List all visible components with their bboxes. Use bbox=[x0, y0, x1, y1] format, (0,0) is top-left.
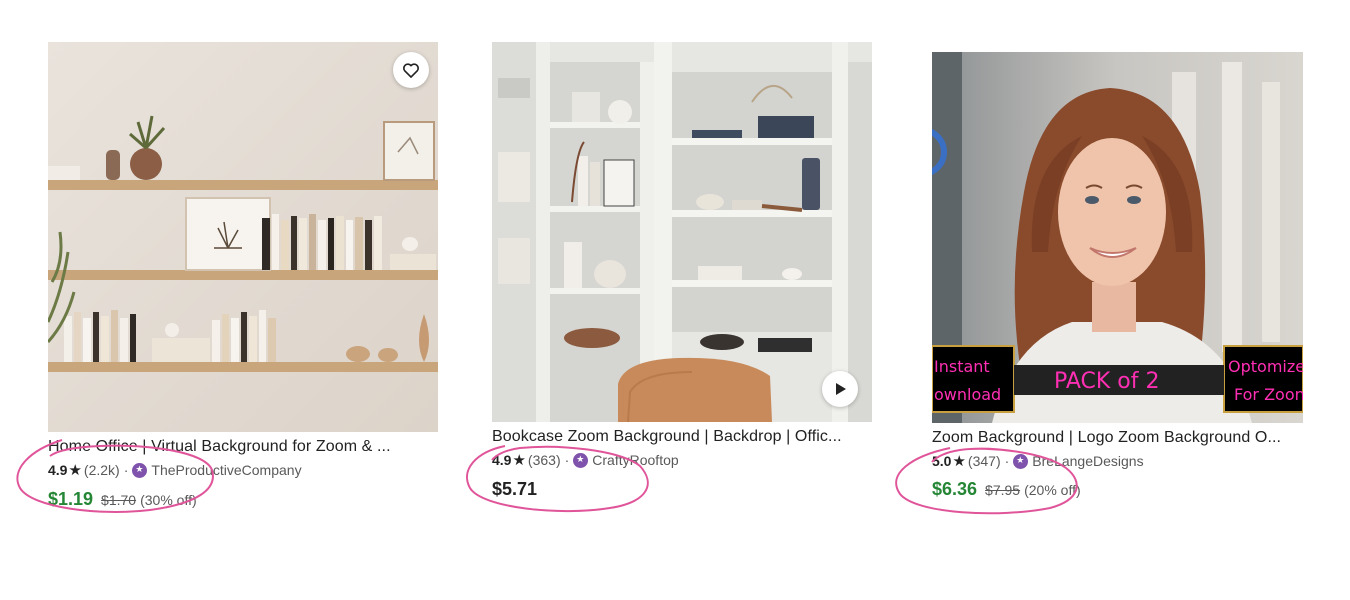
star-seller-badge-icon bbox=[573, 452, 589, 468]
shop-name[interactable]: TheProductiveCompany bbox=[151, 462, 301, 478]
discount-label: (30% off) bbox=[140, 492, 197, 508]
rating-value: 5.0 bbox=[932, 453, 952, 469]
price-row-1: $1.19 $1.70 (30% off) bbox=[48, 489, 197, 510]
shop-name[interactable]: CraftyRooftop bbox=[592, 452, 678, 468]
download-text: ownload bbox=[934, 385, 1001, 404]
review-count: (2.2k) bbox=[83, 462, 120, 478]
star-icon: ★ bbox=[952, 453, 966, 470]
star-icon: ★ bbox=[512, 452, 526, 469]
favorite-button-1[interactable] bbox=[393, 52, 429, 88]
sale-price: $1.19 bbox=[48, 489, 94, 509]
discount-label: (20% off) bbox=[1024, 482, 1081, 498]
star-seller-badge-icon bbox=[132, 462, 148, 478]
play-icon bbox=[836, 383, 846, 395]
listing-meta-2: 4.9 ★ (363) · CraftyRooftop bbox=[492, 451, 679, 469]
listing-image-1[interactable] bbox=[48, 42, 438, 432]
separator-dot: · bbox=[123, 462, 129, 478]
price: $5.71 bbox=[492, 479, 538, 499]
separator-dot: · bbox=[564, 452, 570, 468]
star-seller-badge-icon bbox=[1013, 453, 1029, 469]
woman-portrait-image: Instant ownload PACK of 2 Optomize For Z… bbox=[932, 52, 1303, 423]
listing-title-3[interactable]: Zoom Background | Logo Zoom Background O… bbox=[932, 429, 1304, 447]
review-count: (363) bbox=[527, 452, 561, 468]
listing-image-2[interactable] bbox=[492, 42, 872, 422]
shop-name[interactable]: BreLangeDesigns bbox=[1032, 453, 1143, 469]
listing-meta-3: 5.0 ★ (347) · BreLangeDesigns bbox=[932, 452, 1144, 470]
pack-text: PACK of 2 bbox=[1054, 369, 1160, 394]
original-price: $1.70 bbox=[101, 492, 137, 508]
original-price: $7.95 bbox=[985, 482, 1021, 498]
listing-image-3[interactable]: Instant ownload PACK of 2 Optomize For Z… bbox=[932, 52, 1303, 423]
price-row-2: $5.71 bbox=[492, 479, 537, 500]
heart-outline-icon bbox=[403, 63, 419, 78]
bookcase-room-image bbox=[492, 42, 872, 422]
review-count: (347) bbox=[967, 453, 1001, 469]
rating-value: 4.9 bbox=[48, 462, 68, 478]
instant-text: Instant bbox=[934, 357, 990, 376]
rating-value: 4.9 bbox=[492, 452, 512, 468]
star-icon: ★ bbox=[68, 462, 82, 479]
shelf-room-image bbox=[48, 42, 438, 432]
for-zoom-text: For Zoon bbox=[1234, 385, 1303, 404]
price-row-3: $6.36 $7.95 (20% off) bbox=[932, 479, 1081, 500]
listing-title-2[interactable]: Bookcase Zoom Background | Backdrop | Of… bbox=[492, 428, 874, 446]
video-play-button[interactable] bbox=[822, 371, 858, 407]
listing-title-1[interactable]: Home Office | Virtual Background for Zoo… bbox=[48, 438, 440, 456]
listing-meta-1: 4.9 ★ (2.2k) · TheProductiveCompany bbox=[48, 461, 302, 479]
sale-price: $6.36 bbox=[932, 479, 978, 499]
separator-dot: · bbox=[1004, 453, 1010, 469]
optimize-text: Optomize bbox=[1228, 357, 1303, 376]
